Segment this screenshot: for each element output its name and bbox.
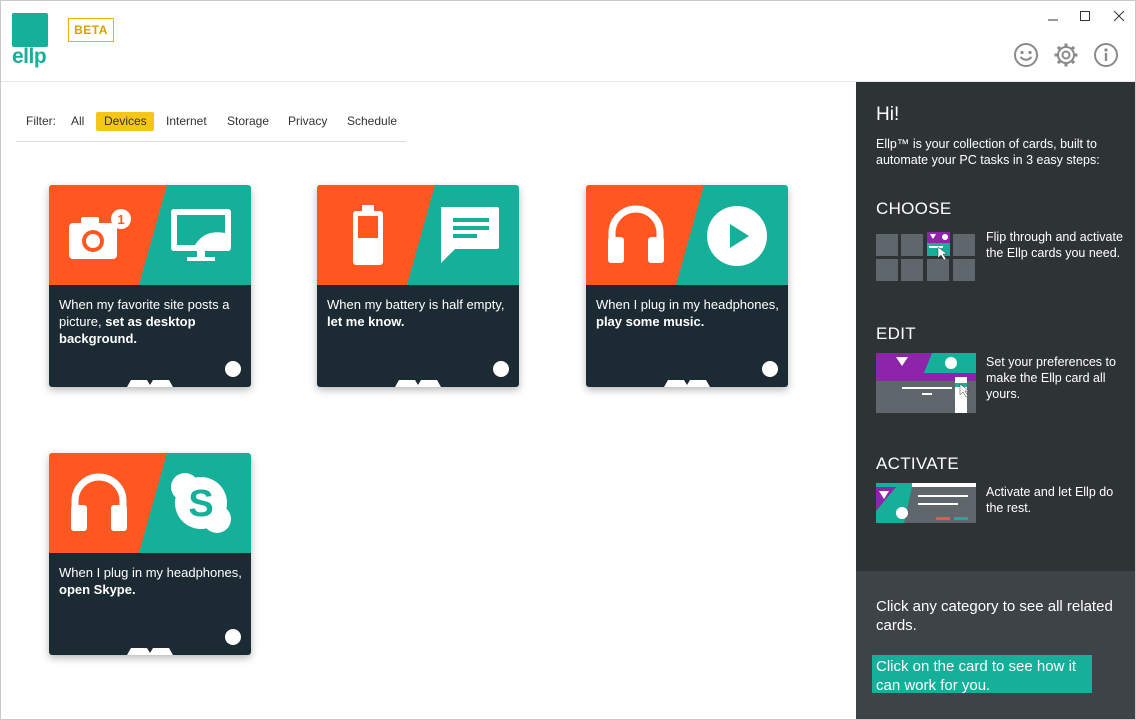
minimize-icon <box>1048 19 1058 21</box>
activate-illustration <box>876 483 976 523</box>
close-button[interactable] <box>1109 7 1129 25</box>
card-wallpaper[interactable]: 1 When my favorite site posts a picture,… <box>49 185 251 387</box>
maximize-icon <box>1080 11 1090 21</box>
card-battery[interactable]: When my battery is half empty, let me kn… <box>317 185 519 387</box>
step-edit-title: EDIT <box>876 324 916 343</box>
card-header <box>317 185 519 285</box>
logo-mark <box>12 13 48 47</box>
monitor-icon <box>171 209 231 261</box>
card-body: When my favorite site posts a picture, s… <box>49 285 251 387</box>
card-description: When my favorite site posts a picture, s… <box>59 297 230 346</box>
filter-devices[interactable]: Devices <box>104 114 147 128</box>
card-flip-notch <box>127 380 173 387</box>
message-icon <box>441 207 499 263</box>
info-button[interactable] <box>1093 42 1119 68</box>
settings-button[interactable] <box>1053 42 1079 68</box>
card-toggle[interactable] <box>225 629 241 645</box>
smiley-icon <box>1014 43 1038 67</box>
filter-storage[interactable]: Storage <box>227 114 269 128</box>
card-body: When my battery is half empty, let me kn… <box>317 285 519 387</box>
panel-hints <box>856 571 1135 719</box>
info-icon <box>1094 43 1118 67</box>
app-header: ellp BETA <box>1 1 1135 82</box>
card-description: When I plug in my headphones, play some … <box>596 297 779 329</box>
app-window: ellp BETA Filter: All Devices Internet S… <box>0 0 1136 720</box>
close-icon <box>1113 10 1125 22</box>
card-header: S <box>49 453 251 553</box>
card-flip-notch <box>664 380 710 387</box>
card-header: 1 <box>49 185 251 285</box>
edit-illustration <box>876 353 976 413</box>
filter-privacy[interactable]: Privacy <box>288 114 327 128</box>
card-toggle[interactable] <box>493 361 509 377</box>
play-icon <box>707 206 767 266</box>
logo-text: ellp <box>12 45 47 68</box>
step-activate-desc: Activate and let Ellp do the rest. <box>986 485 1114 515</box>
card-toggle[interactable] <box>762 361 778 377</box>
card-description: When I plug in my headphones, open Skype… <box>59 565 242 597</box>
card-body: When I plug in my headphones, open Skype… <box>49 553 251 655</box>
gear-icon <box>1054 43 1078 67</box>
battery-icon <box>353 205 383 265</box>
card-header <box>586 185 788 285</box>
card-toggle[interactable] <box>225 361 241 377</box>
filter-internet[interactable]: Internet <box>166 114 207 128</box>
beta-badge: BETA <box>68 18 114 42</box>
card-description: When my battery is half empty, let me kn… <box>327 297 505 329</box>
filter-all[interactable]: All <box>71 114 84 128</box>
step-activate-title: ACTIVATE <box>876 454 960 473</box>
step-choose-title: CHOOSE <box>876 199 952 218</box>
skype-icon: S <box>171 473 231 533</box>
category-hint: Click any category to see all related ca… <box>876 598 1113 634</box>
camera-icon: 1 <box>69 209 131 259</box>
minimize-button[interactable] <box>1043 7 1063 25</box>
card-hint: Click on the card to see how it can work… <box>872 655 1092 694</box>
camera-badge: 1 <box>117 212 124 227</box>
headphones-icon <box>608 205 664 263</box>
card-flip-notch <box>127 648 173 655</box>
help-panel: Hi! Ellp™ is your collection of cards, b… <box>856 82 1135 719</box>
headphones-icon <box>71 473 127 531</box>
step-choose-desc: Flip through and activate the Ellp cards… <box>986 230 1123 260</box>
choose-illustration <box>876 232 975 281</box>
svg-text:S: S <box>188 483 213 525</box>
filter-label: Filter: <box>26 114 56 128</box>
panel-intro: Ellp™ is your collection of cards, built… <box>876 137 1100 167</box>
card-body: When I plug in my headphones, play some … <box>586 285 788 387</box>
maximize-button[interactable] <box>1075 7 1095 25</box>
filter-bar: Filter: All Devices Internet Storage Pri… <box>16 105 406 142</box>
card-flip-notch <box>395 380 441 387</box>
panel-greeting: Hi! <box>876 104 900 125</box>
card-skype[interactable]: S When I plug in my headphones, open Sky… <box>49 453 251 655</box>
card-music[interactable]: When I plug in my headphones, play some … <box>586 185 788 387</box>
feedback-button[interactable] <box>1013 42 1039 68</box>
filter-schedule[interactable]: Schedule <box>347 114 397 128</box>
step-edit-desc: Set your preferences to make the Ellp ca… <box>986 355 1116 401</box>
